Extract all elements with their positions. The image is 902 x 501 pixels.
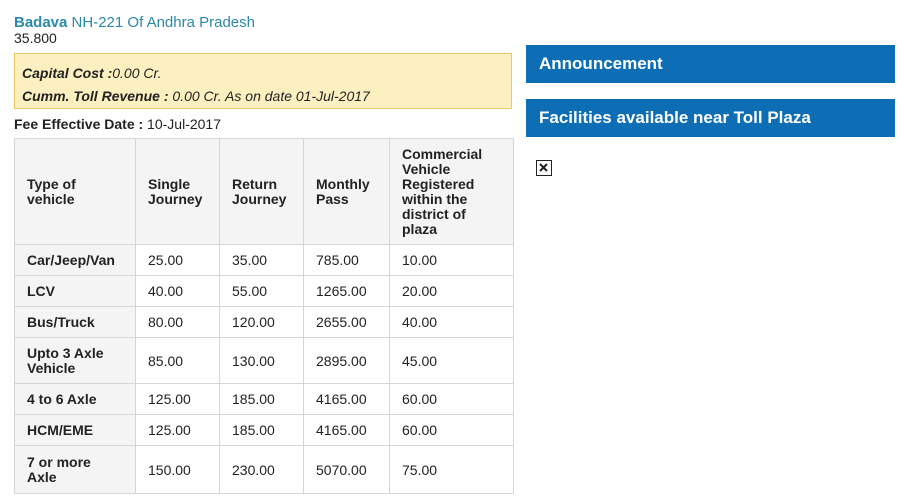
plaza-highway[interactable]: NH-221 Of Andhra Pradesh (72, 14, 255, 31)
cell-return-journey: 185.00 (219, 383, 304, 415)
capital-cost-line: Capital Cost :0.00 Cr. (22, 62, 504, 85)
cell-vehicle-type: Car/Jeep/Van (14, 244, 136, 276)
header-return-journey: Return Journey (219, 138, 304, 245)
cell-single-journey: 25.00 (135, 244, 220, 276)
cell-commercial: 40.00 (389, 306, 514, 338)
cell-monthly-pass: 5070.00 (303, 445, 390, 494)
cell-monthly-pass: 2655.00 (303, 306, 390, 338)
fee-effective-label: Fee Effective Date : (14, 116, 144, 132)
cell-return-journey: 230.00 (219, 445, 304, 494)
table-row: Car/Jeep/Van 25.00 35.00 785.00 10.00 (14, 244, 514, 276)
table-row: Bus/Truck 80.00 120.00 2655.00 40.00 (14, 306, 514, 338)
cell-return-journey: 35.00 (219, 244, 304, 276)
cell-return-journey: 185.00 (219, 414, 304, 446)
header-vehicle-type: Type of vehicle (14, 138, 136, 245)
toll-revenue-value: 0.00 Cr. As on date 01-Jul-2017 (168, 88, 370, 104)
cell-commercial: 45.00 (389, 337, 514, 384)
plaza-distance: 35.800 (14, 30, 57, 46)
table-header-row: Type of vehicle Single Journey Return Jo… (14, 138, 514, 245)
cell-return-journey: 120.00 (219, 306, 304, 338)
header-single-journey: Single Journey (135, 138, 220, 245)
facilities-panel-header[interactable]: Facilities available near Toll Plaza (526, 99, 895, 137)
cell-single-journey: 85.00 (135, 337, 220, 384)
table-row: 4 to 6 Axle 125.00 185.00 4165.00 60.00 (14, 383, 514, 415)
plaza-name[interactable]: Badava (14, 14, 67, 31)
broken-image-icon (536, 160, 552, 176)
capital-cost-label: Capital Cost : (22, 65, 113, 81)
cell-commercial: 60.00 (389, 383, 514, 415)
cell-monthly-pass: 1265.00 (303, 275, 390, 307)
cell-single-journey: 125.00 (135, 414, 220, 446)
cell-vehicle-type: HCM/EME (14, 414, 136, 446)
cell-commercial: 10.00 (389, 244, 514, 276)
toll-revenue-label: Cumm. Toll Revenue : (22, 88, 169, 104)
cell-single-journey: 80.00 (135, 306, 220, 338)
toll-revenue-line: Cumm. Toll Revenue : 0.00 Cr. As on date… (22, 85, 504, 108)
fee-effective-date: Fee Effective Date : 10-Jul-2017 (14, 116, 221, 132)
cell-commercial: 75.00 (389, 445, 514, 494)
cell-monthly-pass: 2895.00 (303, 337, 390, 384)
header-commercial-vehicle: Commercial Vehicle Registered within the… (389, 138, 514, 245)
cost-notice: Capital Cost :0.00 Cr. Cumm. Toll Revenu… (14, 53, 512, 109)
cell-single-journey: 125.00 (135, 383, 220, 415)
toll-fee-table: Type of vehicle Single Journey Return Jo… (14, 138, 514, 494)
cell-return-journey: 130.00 (219, 337, 304, 384)
table-row: HCM/EME 125.00 185.00 4165.00 60.00 (14, 414, 514, 446)
cell-vehicle-type: Bus/Truck (14, 306, 136, 338)
header-monthly-pass: Monthly Pass (303, 138, 390, 245)
announcement-panel-header[interactable]: Announcement (526, 45, 895, 83)
plaza-title: Badava NH-221 Of Andhra Pradesh (14, 14, 255, 31)
cell-vehicle-type: 7 or more Axle (14, 445, 136, 494)
cell-commercial: 60.00 (389, 414, 514, 446)
cell-monthly-pass: 785.00 (303, 244, 390, 276)
cell-single-journey: 150.00 (135, 445, 220, 494)
cell-commercial: 20.00 (389, 275, 514, 307)
cell-return-journey: 55.00 (219, 275, 304, 307)
capital-cost-value: 0.00 Cr. (112, 65, 162, 81)
cell-vehicle-type: 4 to 6 Axle (14, 383, 136, 415)
cell-vehicle-type: LCV (14, 275, 136, 307)
cell-single-journey: 40.00 (135, 275, 220, 307)
cell-monthly-pass: 4165.00 (303, 414, 390, 446)
table-row: LCV 40.00 55.00 1265.00 20.00 (14, 275, 514, 307)
table-row: Upto 3 Axle Vehicle 85.00 130.00 2895.00… (14, 337, 514, 384)
table-row: 7 or more Axle 150.00 230.00 5070.00 75.… (14, 445, 514, 494)
fee-effective-value: 10-Jul-2017 (143, 116, 221, 132)
cell-monthly-pass: 4165.00 (303, 383, 390, 415)
cell-vehicle-type: Upto 3 Axle Vehicle (14, 337, 136, 384)
